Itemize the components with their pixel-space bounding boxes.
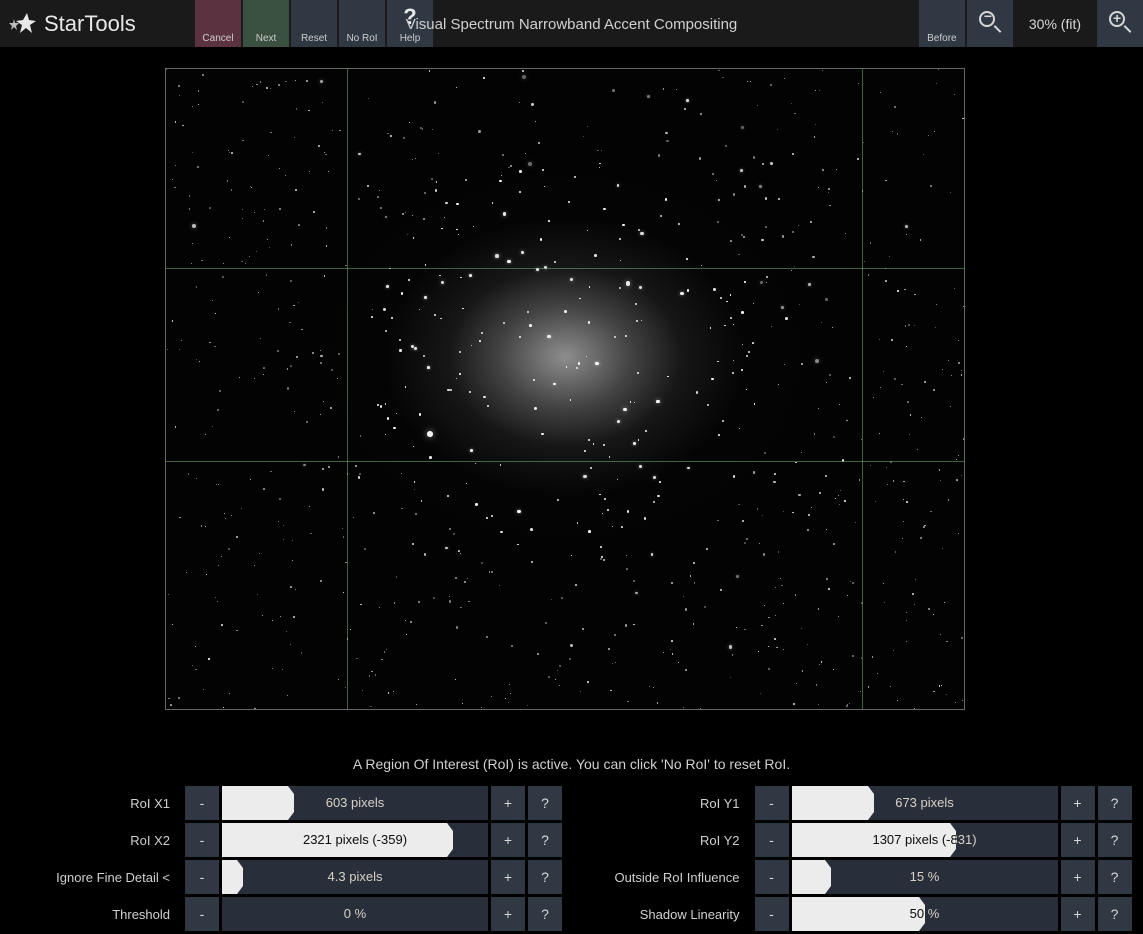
param-slider[interactable]: 603 pixels: [222, 786, 488, 820]
param-slider[interactable]: 673 pixels: [792, 786, 1058, 820]
param-slider[interactable]: 1307 pixels (-831): [792, 823, 1058, 857]
decrement-button[interactable]: -: [755, 823, 789, 857]
status-message: A Region Of Interest (RoI) is active. Yo…: [0, 756, 1143, 772]
app-logo: StarTools: [0, 9, 136, 39]
param-value: 0 %: [222, 897, 488, 931]
roi-top-edge[interactable]: [166, 268, 964, 269]
param-help-button[interactable]: ?: [528, 786, 562, 820]
param-value: 2321 pixels (-359): [222, 823, 488, 857]
zoom-out-icon: −: [978, 10, 1002, 34]
star-icon: [8, 9, 38, 39]
param-label: RoI X1: [2, 796, 182, 811]
param-help-button[interactable]: ?: [1098, 897, 1132, 931]
decrement-button[interactable]: -: [755, 860, 789, 894]
param-help-button[interactable]: ?: [528, 897, 562, 931]
decrement-button[interactable]: -: [185, 786, 219, 820]
param-row: RoI Y1-673 pixels+?: [572, 786, 1142, 820]
param-slider[interactable]: 4.3 pixels: [222, 860, 488, 894]
param-slider[interactable]: 0 %: [222, 897, 488, 931]
zoom-controls: Before − 30% (fit) +: [919, 0, 1143, 47]
param-label: Outside RoI Influence: [572, 870, 752, 885]
decrement-button[interactable]: -: [185, 897, 219, 931]
params-panel: RoI X1-603 pixels+?RoI X2-2321 pixels (-…: [0, 786, 1143, 934]
param-row: Shadow Linearity-50 %+?: [572, 897, 1142, 931]
param-row: Threshold-0 %+?: [2, 897, 572, 931]
param-help-button[interactable]: ?: [528, 823, 562, 857]
param-row: RoI X1-603 pixels+?: [2, 786, 572, 820]
param-slider[interactable]: 50 %: [792, 897, 1058, 931]
roi-right-edge[interactable]: [862, 69, 863, 709]
increment-button[interactable]: +: [1061, 860, 1095, 894]
param-label: RoI Y1: [572, 796, 752, 811]
zoom-out-button[interactable]: −: [967, 0, 1013, 47]
param-row: Ignore Fine Detail <-4.3 pixels+?: [2, 860, 572, 894]
next-button[interactable]: Next: [243, 0, 289, 47]
zoom-in-icon: +: [1108, 10, 1132, 34]
module-title: Visual Spectrum Narrowband Accent Compos…: [406, 16, 738, 33]
param-value: 4.3 pixels: [222, 860, 488, 894]
starfield-image: [166, 69, 964, 709]
decrement-button[interactable]: -: [185, 823, 219, 857]
increment-button[interactable]: +: [491, 786, 525, 820]
reset-button[interactable]: Reset: [291, 0, 337, 47]
decrement-button[interactable]: -: [755, 786, 789, 820]
increment-button[interactable]: +: [491, 823, 525, 857]
param-label: Threshold: [2, 907, 182, 922]
increment-button[interactable]: +: [1061, 823, 1095, 857]
param-value: 15 %: [792, 860, 1058, 894]
cancel-button[interactable]: Cancel: [195, 0, 241, 47]
increment-button[interactable]: +: [1061, 786, 1095, 820]
increment-button[interactable]: +: [491, 897, 525, 931]
param-row: RoI X2-2321 pixels (-359)+?: [2, 823, 572, 857]
decrement-button[interactable]: -: [755, 897, 789, 931]
param-label: Ignore Fine Detail <: [2, 870, 182, 885]
param-label: RoI X2: [2, 833, 182, 848]
zoom-in-button[interactable]: +: [1097, 0, 1143, 47]
roi-bottom-edge[interactable]: [166, 461, 964, 462]
param-value: 603 pixels: [222, 786, 488, 820]
image-viewport[interactable]: [165, 68, 965, 710]
app-name: StarTools: [44, 11, 136, 37]
zoom-level: 30% (fit): [1015, 16, 1095, 32]
param-help-button[interactable]: ?: [528, 860, 562, 894]
before-button[interactable]: Before: [919, 0, 965, 47]
topbar: StarTools Cancel Next Reset No RoI ? Hel…: [0, 0, 1143, 47]
param-value: 1307 pixels (-831): [792, 823, 1058, 857]
param-slider[interactable]: 2321 pixels (-359): [222, 823, 488, 857]
toolbar: Cancel Next Reset No RoI ? Help: [195, 0, 433, 47]
roi-left-edge[interactable]: [347, 69, 348, 709]
param-help-button[interactable]: ?: [1098, 786, 1132, 820]
decrement-button[interactable]: -: [185, 860, 219, 894]
param-help-button[interactable]: ?: [1098, 823, 1132, 857]
param-label: RoI Y2: [572, 833, 752, 848]
param-label: Shadow Linearity: [572, 907, 752, 922]
param-value: 50 %: [792, 897, 1058, 931]
no-roi-button[interactable]: No RoI: [339, 0, 385, 47]
increment-button[interactable]: +: [491, 860, 525, 894]
param-row: RoI Y2-1307 pixels (-831)+?: [572, 823, 1142, 857]
param-help-button[interactable]: ?: [1098, 860, 1132, 894]
param-value: 673 pixels: [792, 786, 1058, 820]
increment-button[interactable]: +: [1061, 897, 1095, 931]
param-slider[interactable]: 15 %: [792, 860, 1058, 894]
param-row: Outside RoI Influence-15 %+?: [572, 860, 1142, 894]
